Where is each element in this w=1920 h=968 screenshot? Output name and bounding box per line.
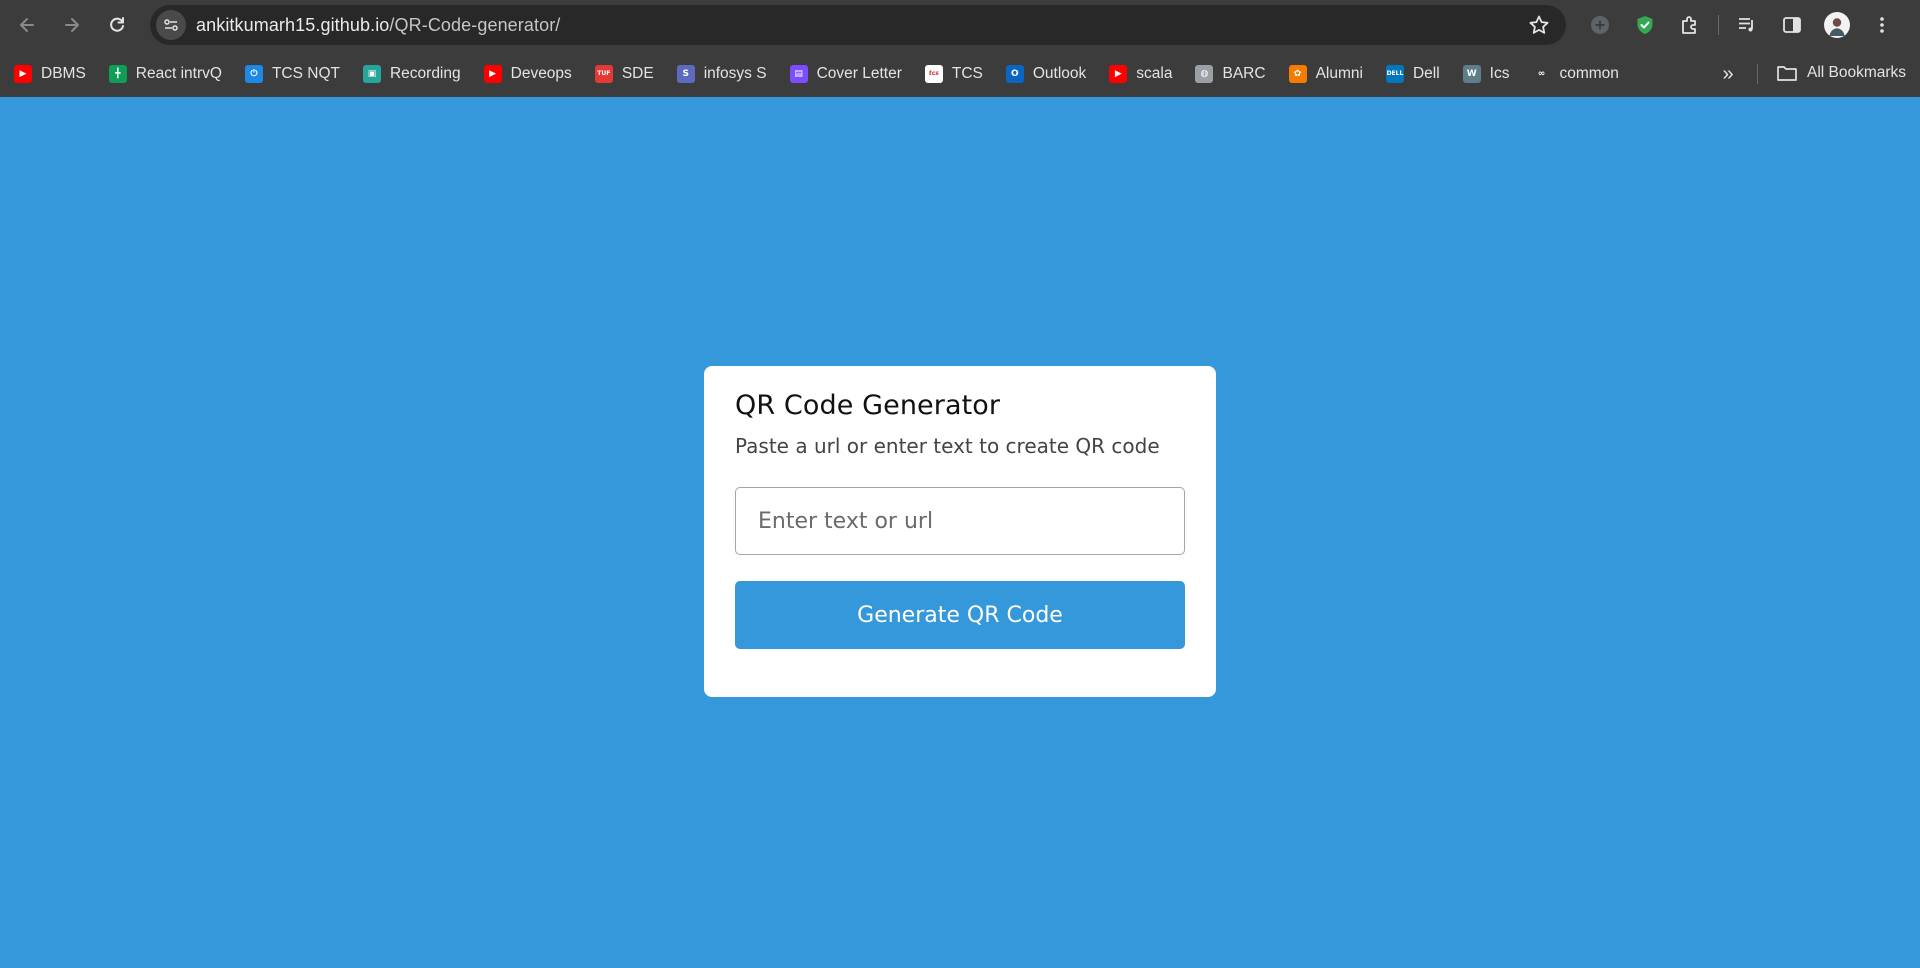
bookmark-item[interactable]: DELL Dell <box>1385 58 1450 90</box>
bookmark-label: Alumni <box>1315 64 1363 82</box>
arrow-left-icon <box>20 18 34 32</box>
bookmark-item[interactable]: ╋ React intrvQ <box>108 58 232 90</box>
kebab-menu-icon <box>1880 17 1884 33</box>
qr-generator-card: QR Code Generator Paste a url or enter t… <box>704 366 1216 697</box>
bookmark-label: Cover Letter <box>816 64 902 82</box>
qr-text-input[interactable] <box>735 487 1185 555</box>
reload-button[interactable] <box>97 5 137 45</box>
bookmark-star-icon[interactable] <box>1528 14 1550 36</box>
reload-icon <box>110 17 124 32</box>
back-button[interactable] <box>7 5 47 45</box>
playlist-icon <box>1739 18 1753 32</box>
classroom-icon: ▣ <box>362 64 381 83</box>
bookmarks-bar: ▶ DBMS ╋ React intrvQ ⏻ TCS NQT ▣ Recording ▶ Dev… <box>0 50 1920 97</box>
bookmark-item[interactable]: ✿ Alumni <box>1288 58 1373 90</box>
dell-icon: DELL <box>1385 64 1404 83</box>
all-bookmarks-button[interactable]: All Bookmarks <box>1776 57 1906 89</box>
toolbar-right <box>1580 5 1907 45</box>
bookmark-item[interactable]: Sinfosys S <box>676 58 777 90</box>
bookmarks-overflow-chevron-icon[interactable]: » <box>1714 60 1742 88</box>
media-controls-button[interactable] <box>1727 5 1767 45</box>
bookmark-item[interactable]: ⏻ TCS NQT <box>244 58 350 90</box>
page-content: QR Code Generator Paste a url or enter t… <box>0 97 1920 968</box>
puzzle-icon <box>1682 16 1696 34</box>
youtube-icon: ▶ <box>1109 64 1128 83</box>
plus-circle-icon <box>1591 16 1609 34</box>
address-bar[interactable]: ankitkumarh15.github.io/QR-Code-generato… <box>150 5 1566 45</box>
bookmark-label: infosys S <box>703 64 767 82</box>
bookmark-label: Ics <box>1489 64 1510 82</box>
bookmark-item[interactable]: ∞ common <box>1532 58 1628 90</box>
extension-shield-button[interactable] <box>1625 5 1665 45</box>
sheets-icon: ╋ <box>108 64 127 83</box>
site-info-button[interactable] <box>156 10 186 40</box>
bookmark-label: scala <box>1136 64 1173 82</box>
arrow-right-icon <box>65 18 79 32</box>
bookmark-item[interactable]: ▶ Deveops <box>483 58 582 90</box>
bookmark-label: DBMS <box>41 64 86 82</box>
bookmark-label: SDE <box>621 64 654 82</box>
bookmark-item[interactable]: ▤ Cover Letter <box>789 58 912 90</box>
springboard-icon: S <box>676 64 695 83</box>
all-bookmarks-label: All Bookmarks <box>1807 64 1907 81</box>
card-title: QR Code Generator <box>735 390 1001 421</box>
tcs-icon: tcs <box>924 64 943 83</box>
bookmark-label: BARC <box>1222 64 1266 82</box>
folder-icon <box>1777 66 1797 81</box>
bookmark-item[interactable]: TUF SDE <box>594 58 664 90</box>
profile-button[interactable] <box>1817 5 1857 45</box>
generate-qr-button[interactable]: Generate QR Code <box>735 581 1185 649</box>
bookmark-item[interactable]: W Ics <box>1462 58 1520 90</box>
extensions-button[interactable] <box>1670 5 1710 45</box>
side-panel-button[interactable] <box>1772 5 1812 45</box>
forward-button[interactable] <box>52 5 92 45</box>
bookmark-label: common <box>1559 64 1619 82</box>
url-path: /QR-Code-generator/ <box>389 14 561 35</box>
card-subtitle: Paste a url or enter text to create QR c… <box>735 434 1160 458</box>
bookmark-item[interactable]: tcs TCS <box>924 58 993 90</box>
url-text[interactable]: ankitkumarh15.github.io/QR-Code-generato… <box>196 15 560 36</box>
avatar <box>1824 12 1850 38</box>
browser-toolbar: ankitkumarh15.github.io/QR-Code-generato… <box>0 0 1920 50</box>
youtube-icon: ▶ <box>483 64 502 83</box>
bookmark-item[interactable]: O Outlook <box>1005 58 1096 90</box>
bookmark-item[interactable]: ▶ DBMS <box>14 58 96 90</box>
bookmark-item[interactable]: ▶ scala <box>1109 58 1182 90</box>
shield-icon <box>1637 16 1653 34</box>
infinity-icon: ∞ <box>1532 64 1551 83</box>
bookmark-label: Recording <box>389 64 461 82</box>
bookmark-item[interactable]: ◍ BARC <box>1195 58 1275 90</box>
tuf-icon: TUF <box>594 64 613 83</box>
power-icon: ⏻ <box>244 64 263 83</box>
bookmark-label: Deveops <box>510 64 572 82</box>
bookmarks-divider <box>1757 64 1758 84</box>
outlook-icon: O <box>1005 64 1024 83</box>
bookmark-label: TCS <box>951 64 983 82</box>
globe-icon: ◍ <box>1195 64 1214 83</box>
bookmark-label: React intrvQ <box>135 64 222 82</box>
bookmark-label: Outlook <box>1032 64 1087 82</box>
bookmark-item[interactable]: ▣ Recording <box>362 58 471 90</box>
bookmark-label: Dell <box>1412 64 1440 82</box>
bookmark-label: TCS NQT <box>271 64 340 82</box>
printer-icon: ▤ <box>789 64 808 83</box>
alumni-icon: ✿ <box>1288 64 1307 83</box>
youtube-icon: ▶ <box>14 64 32 83</box>
menu-button[interactable] <box>1862 5 1902 45</box>
profile-photo-icon <box>1829 18 1845 36</box>
browser-chrome: ankitkumarh15.github.io/QR-Code-generato… <box>0 0 1920 97</box>
tune-icon <box>164 19 178 31</box>
side-panel-icon <box>1783 17 1801 33</box>
url-host: ankitkumarh15.github.io <box>196 14 390 35</box>
wc-icon: W <box>1462 64 1481 83</box>
toolbar-divider <box>1718 15 1719 35</box>
new-tab-plus-button[interactable] <box>1580 5 1620 45</box>
